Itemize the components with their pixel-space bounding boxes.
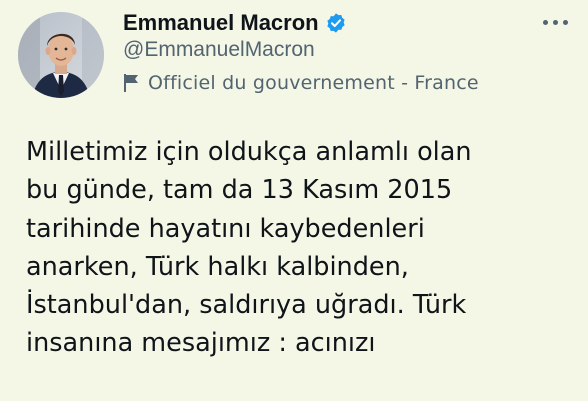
affiliation-label: Officiel du gouvernement - France bbox=[148, 72, 479, 94]
display-name[interactable]: Emmanuel Macron bbox=[123, 10, 319, 36]
verified-badge-icon bbox=[325, 12, 347, 34]
flag-icon bbox=[122, 73, 140, 93]
tweet-text: Milletimiz için oldukça anlamlı olan bu … bbox=[26, 137, 472, 359]
avatar-photo bbox=[18, 12, 104, 98]
more-options-icon[interactable] bbox=[538, 12, 572, 32]
name-row: Emmanuel Macron bbox=[123, 8, 347, 38]
handle[interactable]: @EmmanuelMacron bbox=[123, 38, 315, 62]
affiliation-row: Officiel du gouvernement - France bbox=[122, 72, 479, 94]
avatar[interactable] bbox=[18, 12, 104, 98]
tweet-card: Emmanuel Macron @EmmanuelMacron Officiel… bbox=[0, 0, 588, 401]
